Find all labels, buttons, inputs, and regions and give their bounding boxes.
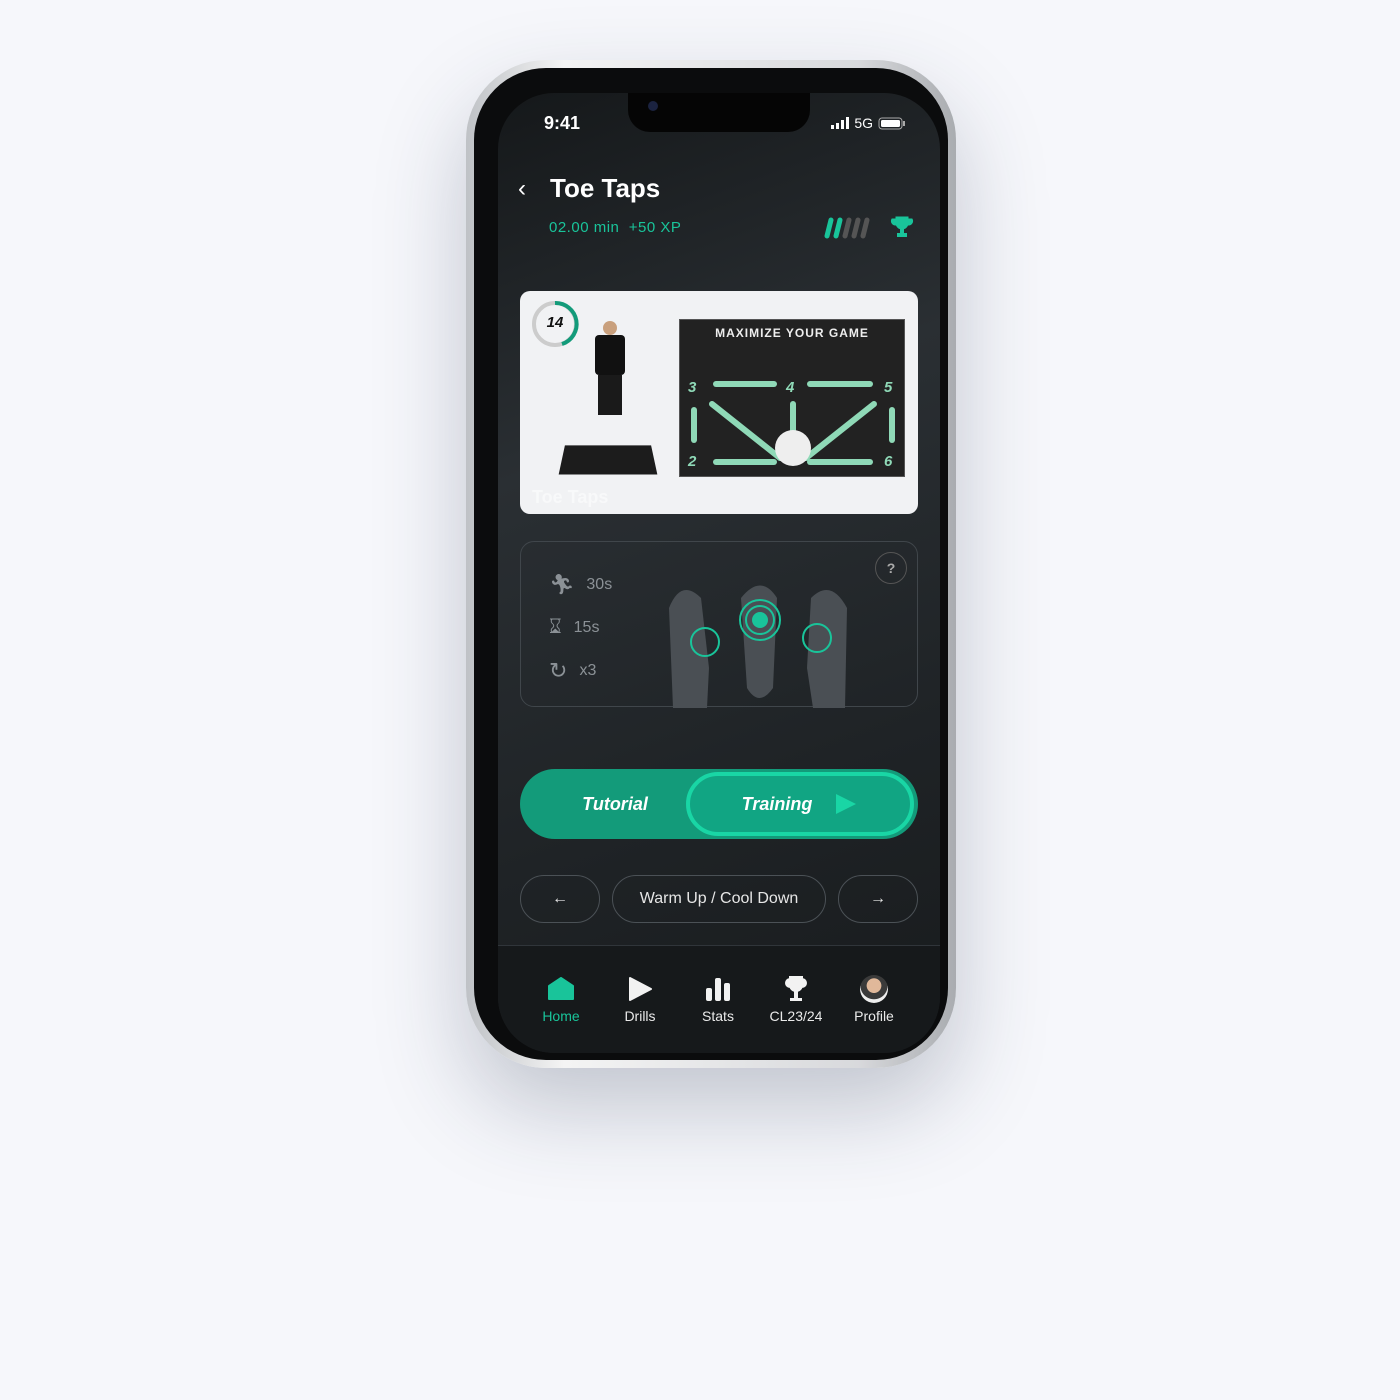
rest-time: 15s — [573, 618, 600, 636]
status-icons: 5G — [831, 115, 906, 131]
nav-drills[interactable]: Drills — [605, 974, 675, 1024]
tutorial-button[interactable]: Tutorial — [520, 769, 710, 839]
next-button[interactable]: → — [838, 875, 918, 923]
running-icon: 🏃︎ — [549, 574, 575, 596]
drill-meta: 02.00 min +50 XP — [549, 219, 681, 236]
nav-cl[interactable]: CL23/24 — [761, 974, 831, 1024]
trophy-icon[interactable] — [890, 215, 914, 239]
bottom-nav: Home Drills Stats CL23/24 Profile — [498, 945, 940, 1053]
training-label: Training — [741, 793, 813, 814]
hourglass-icon: ⌛︎ — [549, 616, 562, 638]
stats-icon — [706, 978, 730, 1001]
training-mat — [558, 445, 658, 475]
video-caption: Toe Taps — [532, 487, 609, 507]
previous-button[interactable]: ← — [520, 875, 600, 923]
repeats-row: ↻ x3 — [549, 658, 596, 684]
board-number: 3 — [688, 379, 697, 396]
video-player[interactable]: 14 Toe Taps MAXIMIZE YOUR GAME 3 4 5 2 6 — [520, 291, 918, 514]
work-time-row: 🏃︎ 30s — [549, 572, 612, 597]
back-button[interactable]: ‹ — [518, 175, 526, 203]
mode-toggle: Tutorial Training — [520, 769, 918, 839]
duration: 02.00 min — [549, 219, 620, 236]
nav-profile[interactable]: Profile — [839, 974, 909, 1024]
board-number: 4 — [785, 379, 795, 396]
phone-frame: 9:41 5G ‹ Toe Taps 02.00 min +50 XP 14 T… — [466, 60, 956, 1068]
rest-time-row: ⌛︎ 15s — [549, 616, 599, 639]
screen: 9:41 5G ‹ Toe Taps 02.00 min +50 XP 14 T… — [498, 93, 940, 1053]
nav-home[interactable]: Home — [526, 974, 596, 1024]
work-time: 30s — [586, 575, 613, 593]
nav-label: Home — [542, 1008, 580, 1024]
repeat-icon: ↻ — [549, 658, 568, 683]
nav-stats[interactable]: Stats — [683, 974, 753, 1024]
category-label[interactable]: Warm Up / Cool Down — [612, 875, 826, 923]
home-icon — [548, 977, 574, 1000]
feet-diagram — [669, 585, 847, 708]
help-button[interactable]: ? — [875, 552, 907, 584]
play-icon — [836, 794, 857, 814]
signal-icon — [831, 117, 850, 129]
repeats: x3 — [579, 662, 597, 679]
page-title: Toe Taps — [550, 173, 661, 203]
board-number: 5 — [884, 379, 893, 396]
notch — [628, 93, 810, 132]
player-figure — [590, 321, 630, 421]
board-number: 6 — [884, 453, 893, 470]
battery-icon — [878, 117, 905, 129]
nav-label: Drills — [624, 1008, 656, 1024]
cup-icon — [785, 976, 807, 1001]
bezel: 9:41 5G ‹ Toe Taps 02.00 min +50 XP 14 T… — [474, 68, 948, 1060]
camera — [648, 101, 658, 111]
status-time: 9:41 — [544, 113, 581, 133]
training-button[interactable]: Training — [686, 772, 914, 836]
countdown-value: 14 — [546, 314, 564, 331]
difficulty-indicator — [824, 217, 870, 239]
nav-label: Profile — [854, 1008, 894, 1024]
drill-info-card: 🏃︎ 30s ⌛︎ 15s ↻ x3 ? — [520, 541, 918, 708]
xp-reward: +50 XP — [628, 219, 682, 236]
play-icon — [629, 977, 652, 1001]
nav-label: CL23/24 — [769, 1008, 823, 1024]
nav-label: Stats — [702, 1008, 734, 1024]
avatar — [860, 975, 888, 1003]
network-label: 5G — [854, 115, 873, 131]
training-board: MAXIMIZE YOUR GAME 3 4 5 2 6 — [679, 319, 905, 477]
board-number: 2 — [687, 453, 697, 470]
